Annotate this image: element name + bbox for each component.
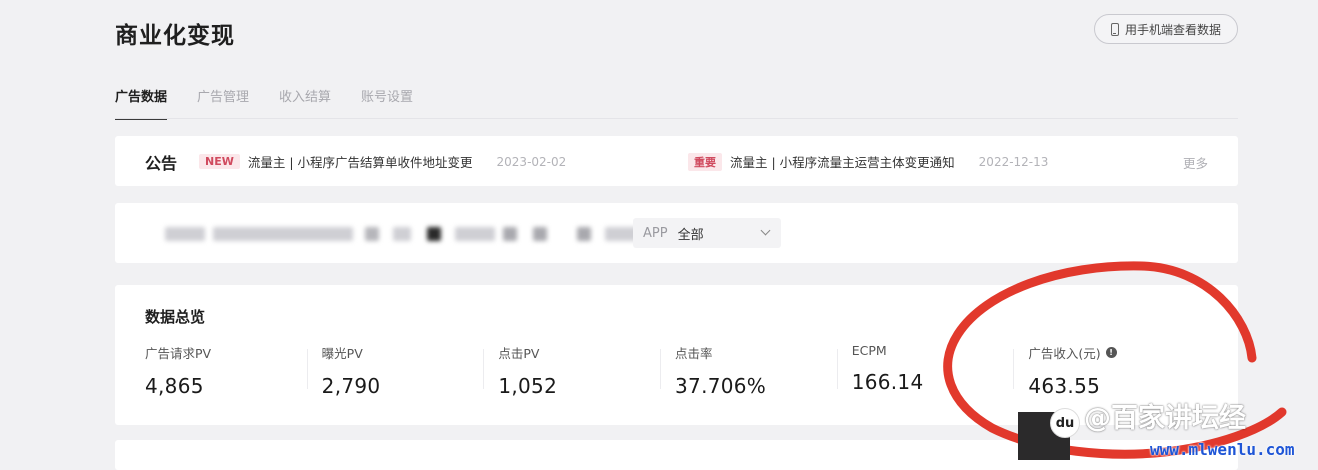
watermark-url: www.mlwenlu.com	[1150, 440, 1295, 459]
baidu-logo-icon: du	[1050, 408, 1080, 438]
red-marker-annotation	[943, 261, 1287, 459]
watermark-text: @百家讲坛经	[1084, 403, 1246, 434]
